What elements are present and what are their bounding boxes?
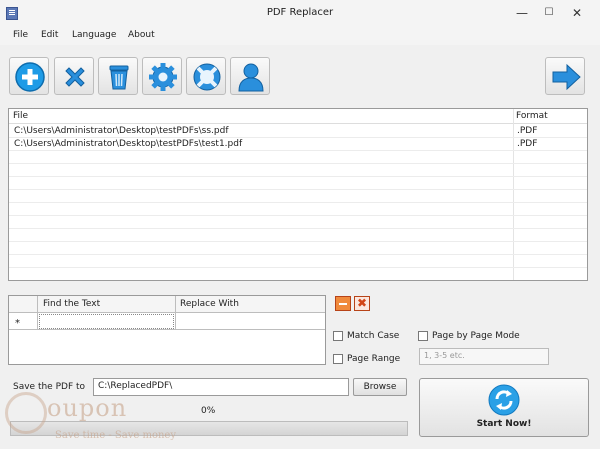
progress-bar (10, 421, 408, 436)
remove-row-button[interactable] (335, 296, 351, 311)
replace-grid-header: Find the Text Replace With (9, 296, 325, 313)
file-path: C:\Users\Administrator\Desktop\testPDFs\… (14, 139, 243, 149)
save-to-label: Save the PDF to (13, 382, 86, 392)
account-button[interactable] (230, 57, 270, 95)
add-icon (15, 62, 45, 92)
delete-icon: ✖ (357, 296, 368, 310)
page-range-checkbox[interactable] (333, 354, 343, 364)
watermark-text: oupon (47, 394, 128, 422)
grid-divider (175, 296, 176, 330)
menu-about[interactable]: About (128, 30, 155, 40)
file-list[interactable]: File Format C:\Users\Administrator\Deskt… (8, 108, 588, 281)
settings-button[interactable] (142, 57, 182, 95)
remove-file-button[interactable] (54, 57, 94, 95)
file-path: C:\Users\Administrator\Desktop\testPDFs\… (14, 126, 229, 136)
empty-row (9, 216, 587, 229)
file-format: .PDF (517, 126, 538, 136)
menu-edit[interactable]: Edit (41, 30, 58, 40)
refresh-icon (488, 384, 520, 416)
clear-list-button[interactable] (98, 57, 138, 95)
page-by-page-label: Page by Page Mode (432, 331, 520, 341)
close-button[interactable]: ✕ (565, 5, 589, 21)
column-header-format[interactable]: Format (516, 111, 548, 121)
match-case-label: Match Case (347, 331, 400, 341)
empty-row (9, 255, 587, 268)
new-row-marker: * (15, 318, 20, 329)
help-button[interactable] (186, 57, 226, 95)
empty-row (9, 177, 587, 190)
progress-text: 0% (201, 406, 216, 416)
replace-grid[interactable]: Find the Text Replace With * (8, 295, 326, 365)
menu-language[interactable]: Language (72, 30, 116, 40)
page-range-input[interactable]: 1, 3-5 etc. (419, 348, 549, 365)
toolbar (0, 45, 600, 103)
start-label: Start Now! (476, 419, 532, 429)
next-button[interactable] (545, 57, 585, 95)
title-bar: PDF Replacer — ☐ ✕ (0, 0, 600, 27)
menu-file[interactable]: File (13, 30, 28, 40)
table-row[interactable]: C:\Users\Administrator\Desktop\testPDFs\… (9, 138, 587, 151)
empty-row (9, 268, 587, 280)
empty-row (9, 229, 587, 242)
maximize-button[interactable]: ☐ (537, 5, 561, 21)
browse-button[interactable]: Browse (353, 378, 407, 396)
output-path-input[interactable]: C:\ReplacedPDF\ (93, 378, 349, 396)
start-button[interactable]: Start Now! (419, 378, 589, 437)
empty-row (9, 203, 587, 216)
trash-icon (109, 65, 129, 90)
find-text-cell[interactable] (39, 314, 174, 329)
page-by-page-checkbox[interactable] (418, 331, 428, 341)
empty-row (9, 164, 587, 177)
minimize-button[interactable]: — (510, 5, 534, 21)
match-case-checkbox[interactable] (333, 331, 343, 341)
arrow-right-icon (552, 63, 581, 91)
column-header-file[interactable]: File (13, 111, 28, 121)
empty-row (9, 151, 587, 164)
page-range-label: Page Range (347, 354, 401, 364)
gear-icon (149, 63, 177, 91)
file-list-header: File Format (9, 109, 587, 124)
remove-icon (65, 67, 85, 87)
column-header-replace: Replace With (180, 299, 239, 309)
lifebuoy-icon (193, 63, 221, 91)
add-files-button[interactable] (9, 57, 49, 95)
empty-row (9, 190, 587, 203)
delete-row-button[interactable]: ✖ (354, 296, 370, 311)
table-row[interactable]: C:\Users\Administrator\Desktop\testPDFs\… (9, 125, 587, 138)
menu-bar: File Edit Language About (0, 27, 600, 45)
user-icon (238, 63, 264, 92)
column-header-find: Find the Text (43, 299, 101, 309)
empty-row (9, 242, 587, 255)
grid-divider (37, 296, 38, 330)
file-format: .PDF (517, 139, 538, 149)
